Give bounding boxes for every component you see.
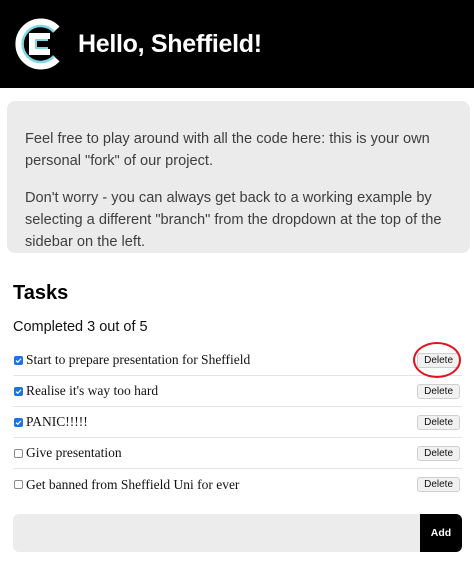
delete-task-button[interactable]: Delete [417, 414, 460, 430]
task-checkbox[interactable] [14, 448, 23, 458]
add-task-button[interactable]: Add [420, 514, 462, 552]
notice-paragraph-branch: Don't worry - you can always get back to… [25, 190, 442, 250]
task-checkbox[interactable] [14, 355, 23, 365]
page-title: Hello, Sheffield! [78, 29, 262, 58]
checkmark-icon [15, 357, 22, 363]
codesandbox-c-logo-icon [15, 18, 60, 70]
completed-count: Completed 3 out of 5 [13, 319, 148, 335]
task-row: Start to prepare presentation for Sheffi… [13, 345, 462, 376]
task-label: Give presentation [26, 445, 122, 460]
task-checkbox[interactable] [14, 386, 23, 396]
task-label: PANIC!!!!! [26, 414, 88, 429]
checkmark-icon [15, 419, 22, 425]
task-row: Get banned from Sheffield Uni for ever D… [13, 469, 462, 500]
add-task-form: Add [13, 514, 462, 552]
checkmark-icon [15, 388, 22, 394]
delete-task-button[interactable]: Delete [417, 352, 460, 368]
tasks-heading: Tasks [13, 282, 69, 304]
delete-task-button[interactable]: Delete [417, 383, 460, 399]
task-list: Start to prepare presentation for Sheffi… [13, 345, 462, 500]
task-row: Realise it's way too hard Delete [13, 376, 462, 407]
task-label: Get banned from Sheffield Uni for ever [26, 476, 240, 492]
notice-paragraph-fork: Feel free to play around with all the co… [25, 131, 430, 169]
delete-task-button[interactable]: Delete [417, 477, 460, 492]
info-notice: Feel free to play around with all the co… [7, 101, 470, 253]
task-row: Give presentation Delete [13, 438, 462, 469]
app-header: Hello, Sheffield! [0, 0, 474, 88]
new-task-input[interactable] [13, 514, 420, 552]
task-label: Realise it's way too hard [26, 383, 159, 398]
task-row: PANIC!!!!! Delete [13, 407, 462, 438]
delete-task-button[interactable]: Delete [417, 445, 460, 461]
task-checkbox[interactable] [14, 480, 23, 489]
task-checkbox[interactable] [14, 417, 23, 427]
task-label: Start to prepare presentation for Sheffi… [26, 352, 251, 367]
